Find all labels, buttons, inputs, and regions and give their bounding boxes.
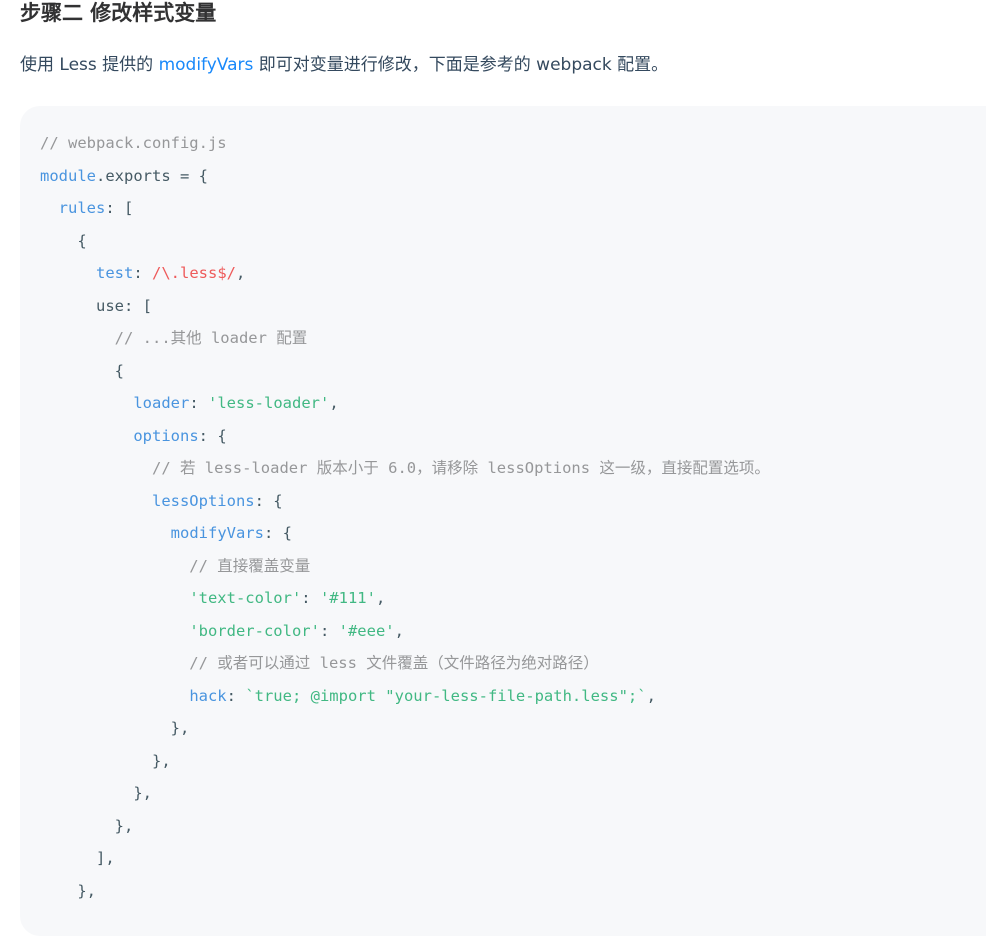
code-property: modifyVars	[170, 524, 264, 542]
code-punctuation: ,	[394, 621, 404, 640]
code-line: modifyVars: {	[40, 517, 770, 550]
intro-text-after: 即可对变量进行修改，下面是参考的 webpack 配置。	[253, 55, 669, 75]
code-punctuation: :	[301, 589, 320, 607]
code-property: module	[40, 166, 96, 185]
code-property: options	[133, 426, 199, 445]
code-line: use: [	[40, 290, 770, 323]
code-string: `true; @import "your-less-file-path.less…	[245, 686, 647, 705]
code-line: 'border-color': '#eee',	[40, 615, 770, 648]
code-punctuation: },	[40, 881, 96, 900]
modify-vars-link[interactable]: modifyVars	[159, 55, 254, 75]
code-punctuation: :	[226, 686, 246, 705]
code-line: // 直接覆盖变量	[40, 550, 770, 583]
code-line: // 若 less-loader 版本小于 6.0，请移除 lessOption…	[40, 452, 770, 485]
code-comment: // 直接覆盖变量	[40, 556, 311, 575]
code-line: hack: `true; @import "your-less-file-pat…	[40, 680, 770, 713]
code-property: test	[96, 264, 134, 282]
code-punctuation: :	[189, 394, 208, 412]
code-punctuation: {	[40, 361, 124, 380]
code-string: '#111'	[319, 589, 376, 607]
code-line: loader: 'less-loader',	[40, 387, 770, 420]
code-regex: /\.less$/	[152, 264, 236, 282]
code-comment: // ...其他 loader 配置	[40, 329, 308, 347]
intro-paragraph: 使用 Less 提供的 modifyVars 即可对变量进行修改，下面是参考的 …	[20, 52, 668, 78]
code-property: hack	[189, 686, 227, 705]
section-heading: 步骤二 修改样式变量	[20, 1, 217, 25]
code-comment: // 若 less-loader 版本小于 6.0，请移除 lessOption…	[40, 459, 770, 477]
code-text: exports = {	[105, 166, 208, 185]
code-punctuation: : [	[105, 199, 134, 217]
code-line: // webpack.config.js	[40, 127, 770, 160]
code-comment: // 或者可以通过 less 文件覆盖（文件路径为绝对路径）	[40, 654, 599, 672]
code-line: {	[40, 355, 770, 388]
webpack-config-code[interactable]: // webpack.config.js module.exports = { r…	[40, 127, 770, 907]
code-property: loader	[133, 394, 190, 412]
code-punctuation: },	[40, 816, 134, 835]
code-string: 'less-loader'	[208, 394, 330, 412]
code-line: lessOptions: {	[40, 485, 770, 518]
code-line: ],	[40, 842, 770, 875]
code-punctuation: ,	[646, 686, 656, 705]
code-punctuation: ,	[329, 394, 339, 412]
code-string: 'border-color'	[189, 621, 320, 640]
code-punctuation: ,	[236, 264, 246, 282]
code-punctuation: : {	[254, 491, 283, 510]
code-punctuation: ],	[40, 849, 115, 867]
code-punctuation: :	[133, 264, 152, 282]
code-line: },	[40, 810, 770, 843]
code-text: use: [	[40, 296, 152, 315]
code-line: },	[40, 712, 770, 745]
code-block-card: // webpack.config.js module.exports = { r…	[20, 106, 986, 936]
code-property: lessOptions	[151, 491, 255, 510]
code-punctuation: .	[96, 166, 106, 185]
code-line: module.exports = {	[40, 160, 770, 193]
code-punctuation: },	[40, 751, 171, 770]
code-punctuation: : {	[263, 524, 292, 542]
code-punctuation: ,	[375, 589, 386, 607]
code-string: '#eee'	[338, 621, 395, 640]
code-line: options: {	[40, 420, 770, 453]
code-punctuation: {	[40, 231, 87, 250]
code-punctuation: :	[319, 621, 339, 640]
code-line: test: /\.less$/,	[40, 257, 770, 290]
code-line: {	[40, 225, 770, 258]
code-property: rules	[58, 199, 106, 217]
code-line: },	[40, 875, 770, 908]
code-line: },	[40, 745, 770, 778]
code-punctuation: },	[40, 719, 190, 737]
intro-text-before: 使用 Less 提供的	[20, 55, 159, 75]
code-string: 'text-color'	[189, 589, 302, 607]
code-line: // ...其他 loader 配置	[40, 322, 770, 355]
code-line: // 或者可以通过 less 文件覆盖（文件路径为绝对路径）	[40, 647, 770, 680]
code-line: 'text-color': '#111',	[40, 582, 770, 615]
code-comment: // webpack.config.js	[40, 134, 227, 152]
code-punctuation: },	[40, 784, 152, 802]
code-line: },	[40, 777, 770, 810]
code-punctuation: : {	[198, 426, 227, 445]
code-line: rules: [	[40, 192, 770, 225]
